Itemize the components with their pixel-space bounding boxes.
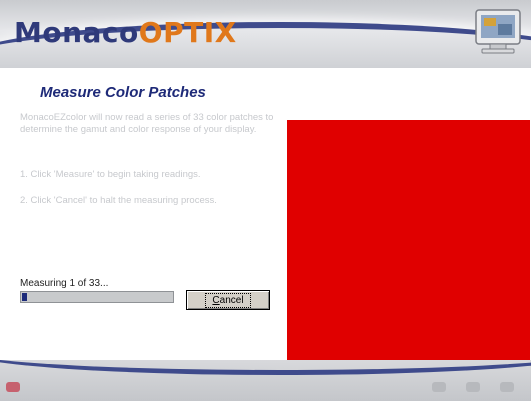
cancel-button[interactable]: Cancel bbox=[186, 290, 270, 310]
instruction-step-2: 2. Click 'Cancel' to halt the measuring … bbox=[20, 195, 217, 206]
logo-monaco-text: Monaco bbox=[14, 16, 139, 49]
monitor-icon bbox=[472, 8, 524, 56]
footer-left-icon bbox=[6, 382, 20, 392]
monaco-optix-logo: MonacoOPTIX bbox=[14, 16, 237, 49]
logo-optix-text: OPTIX bbox=[138, 16, 237, 49]
footer-nav-icon-3 bbox=[500, 382, 514, 392]
footer-nav-icon-2 bbox=[466, 382, 480, 392]
measure-progress-bar bbox=[20, 291, 174, 303]
footer-nav-icon-1 bbox=[432, 382, 446, 392]
progress-fill bbox=[22, 293, 27, 301]
page-title: Measure Color Patches bbox=[40, 84, 206, 101]
footer-band bbox=[0, 360, 531, 401]
measuring-status: Measuring 1 of 33... bbox=[20, 278, 109, 289]
description-text: MonacoEZcolor will now read a series of … bbox=[20, 112, 274, 135]
header-band: MonacoOPTIX bbox=[0, 0, 531, 68]
cancel-button-label: Cancel bbox=[205, 292, 251, 308]
instruction-step-1: 1. Click 'Measure' to begin taking readi… bbox=[20, 169, 201, 180]
color-patch bbox=[287, 120, 530, 370]
